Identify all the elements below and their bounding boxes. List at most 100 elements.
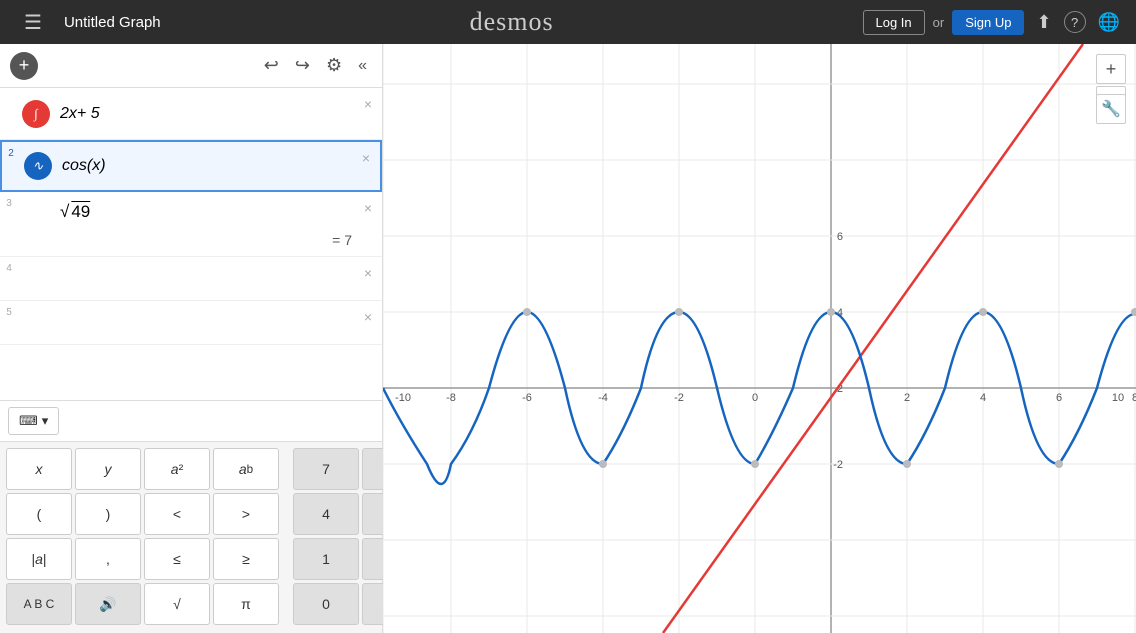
expr-content-3[interactable]: √49 bbox=[54, 192, 354, 232]
page-title: Untitled Graph bbox=[64, 14, 161, 31]
svg-text:10: 10 bbox=[1112, 392, 1124, 404]
svg-text:2: 2 bbox=[904, 392, 910, 404]
login-button[interactable]: Log In bbox=[863, 10, 925, 35]
keyboard-rows: x y a² ab ( ) < > |a| , ≤ bbox=[6, 448, 376, 625]
key-open-paren[interactable]: ( bbox=[6, 493, 72, 535]
wrench-button[interactable]: 🔧 bbox=[1096, 94, 1126, 124]
zoom-in-button[interactable]: + bbox=[1096, 54, 1126, 84]
settings-button[interactable]: ⚙ bbox=[321, 53, 347, 78]
key-abc[interactable]: A B C bbox=[6, 583, 72, 625]
expr-result-3: = 7 bbox=[0, 232, 382, 256]
expr-close-5[interactable]: × bbox=[354, 301, 382, 344]
expression-row-4[interactable]: 4 × bbox=[0, 257, 382, 301]
svg-text:-4: -4 bbox=[598, 392, 608, 404]
expr-close-2[interactable]: × bbox=[352, 142, 380, 190]
expr-content-5[interactable] bbox=[54, 301, 354, 344]
svg-text:0: 0 bbox=[752, 392, 758, 404]
key-4[interactable]: 4 bbox=[293, 493, 359, 535]
expression-list: ∫ 2x + 5 × 2 ∿ cos(x) × bbox=[0, 88, 382, 400]
expr-num-5: 5 bbox=[0, 301, 18, 344]
expr-icon-5 bbox=[18, 301, 54, 344]
toolbar-right: ↩ ↪ ⚙ « bbox=[259, 53, 372, 78]
help-icon[interactable]: ? bbox=[1064, 11, 1086, 33]
expr-close-1[interactable]: × bbox=[354, 88, 382, 139]
expression-row-3[interactable]: 3 √49 × = 7 bbox=[0, 192, 382, 257]
topbar: ☰ Untitled Graph desmos Log In or Sign U… bbox=[0, 0, 1136, 44]
key-less-than[interactable]: < bbox=[144, 493, 210, 535]
expr-num-1 bbox=[0, 88, 18, 139]
keyboard-toggle-arrow: ▾ bbox=[42, 413, 49, 429]
key-geq[interactable]: ≥ bbox=[213, 538, 279, 580]
kb-row-4-left: A B C 🔊 √ π bbox=[6, 583, 279, 625]
expr-content-2[interactable]: cos(x) bbox=[56, 142, 352, 190]
keyboard-left-group: x y a² ab ( ) < > |a| , ≤ bbox=[6, 448, 279, 625]
expr-close-4[interactable]: × bbox=[354, 257, 382, 300]
key-x[interactable]: x bbox=[6, 448, 72, 490]
svg-text:-6: -6 bbox=[522, 392, 532, 404]
kb-row-3-left: |a| , ≤ ≥ bbox=[6, 538, 279, 580]
graph-icon-2: ∿ bbox=[24, 152, 52, 180]
graph-icon-1: ∫ bbox=[22, 100, 50, 128]
keyboard-section: x y a² ab ( ) < > |a| , ≤ bbox=[0, 441, 382, 633]
svg-text:-2: -2 bbox=[674, 392, 684, 404]
topbar-right: Log In or Sign Up ⬆ ? 🌐 bbox=[863, 10, 1124, 35]
sidebar-toolbar: + ↩ ↪ ⚙ « bbox=[0, 44, 382, 88]
wave-icon-2: ∿ bbox=[33, 158, 44, 174]
key-a2[interactable]: a² bbox=[144, 448, 210, 490]
key-sqrt[interactable]: √ bbox=[144, 583, 210, 625]
key-leq[interactable]: ≤ bbox=[144, 538, 210, 580]
svg-text:4: 4 bbox=[980, 392, 986, 404]
key-ab[interactable]: ab bbox=[213, 448, 279, 490]
expression-row-2[interactable]: 2 ∿ cos(x) × bbox=[0, 140, 382, 192]
graph-svg: -8 -6 -4 -2 0 2 4 6 8 -10 10 4 6 2 -2 bbox=[383, 44, 1136, 633]
topbar-left: ☰ Untitled Graph bbox=[12, 6, 161, 39]
key-y[interactable]: y bbox=[75, 448, 141, 490]
sidebar: + ↩ ↪ ⚙ « ∫ 2x + 5 × bbox=[0, 44, 383, 633]
svg-text:6: 6 bbox=[1056, 392, 1062, 404]
expr-icon-3 bbox=[18, 192, 54, 232]
keyboard-toggle-area: ⌨ ▾ bbox=[0, 400, 382, 441]
keyboard-toggle-button[interactable]: ⌨ ▾ bbox=[8, 407, 59, 435]
expr-close-3[interactable]: × bbox=[354, 192, 382, 232]
expr-num-4: 4 bbox=[0, 257, 18, 300]
expr-icon-2: ∿ bbox=[20, 142, 56, 190]
kb-row-1-left: x y a² ab bbox=[6, 448, 279, 490]
toolbar-left: + bbox=[10, 52, 38, 80]
key-greater-than[interactable]: > bbox=[213, 493, 279, 535]
expr-num-2: 2 bbox=[2, 142, 20, 190]
or-text: or bbox=[933, 15, 945, 30]
graph-area: -8 -6 -4 -2 0 2 4 6 8 -10 10 4 6 2 -2 bbox=[383, 44, 1136, 633]
key-close-paren[interactable]: ) bbox=[75, 493, 141, 535]
menu-button[interactable]: ☰ bbox=[12, 6, 54, 39]
key-abs[interactable]: |a| bbox=[6, 538, 72, 580]
key-0[interactable]: 0 bbox=[293, 583, 359, 625]
signup-button[interactable]: Sign Up bbox=[952, 10, 1024, 35]
key-pi[interactable]: π bbox=[213, 583, 279, 625]
undo-button[interactable]: ↩ bbox=[259, 53, 284, 78]
expression-row-1[interactable]: ∫ 2x + 5 × bbox=[0, 88, 382, 140]
kb-row-2-left: ( ) < > bbox=[6, 493, 279, 535]
expression-row-5[interactable]: 5 × bbox=[0, 301, 382, 345]
expr-icon-4 bbox=[18, 257, 54, 300]
desmos-logo: desmos bbox=[470, 7, 554, 37]
main-area: + ↩ ↪ ⚙ « ∫ 2x + 5 × bbox=[0, 44, 1136, 633]
expr-num-3: 3 bbox=[0, 192, 18, 232]
expr-content-4[interactable] bbox=[54, 257, 354, 300]
redo-button[interactable]: ↪ bbox=[290, 53, 315, 78]
key-1[interactable]: 1 bbox=[293, 538, 359, 580]
svg-text:8: 8 bbox=[1132, 392, 1136, 404]
key-comma[interactable]: , bbox=[75, 538, 141, 580]
add-expression-button[interactable]: + bbox=[10, 52, 38, 80]
expr-icon-1: ∫ bbox=[18, 88, 54, 139]
svg-text:-10: -10 bbox=[395, 392, 411, 404]
collapse-button[interactable]: « bbox=[353, 55, 372, 77]
globe-icon[interactable]: 🌐 bbox=[1094, 12, 1124, 33]
share-icon[interactable]: ⬆ bbox=[1032, 12, 1055, 33]
svg-text:-2: -2 bbox=[833, 459, 843, 471]
key-7[interactable]: 7 bbox=[293, 448, 359, 490]
svg-text:6: 6 bbox=[837, 231, 843, 243]
svg-text:-8: -8 bbox=[446, 392, 456, 404]
key-sound[interactable]: 🔊 bbox=[75, 583, 141, 625]
keyboard-icon: ⌨ bbox=[19, 413, 38, 429]
expr-content-1[interactable]: 2x + 5 bbox=[54, 88, 354, 139]
